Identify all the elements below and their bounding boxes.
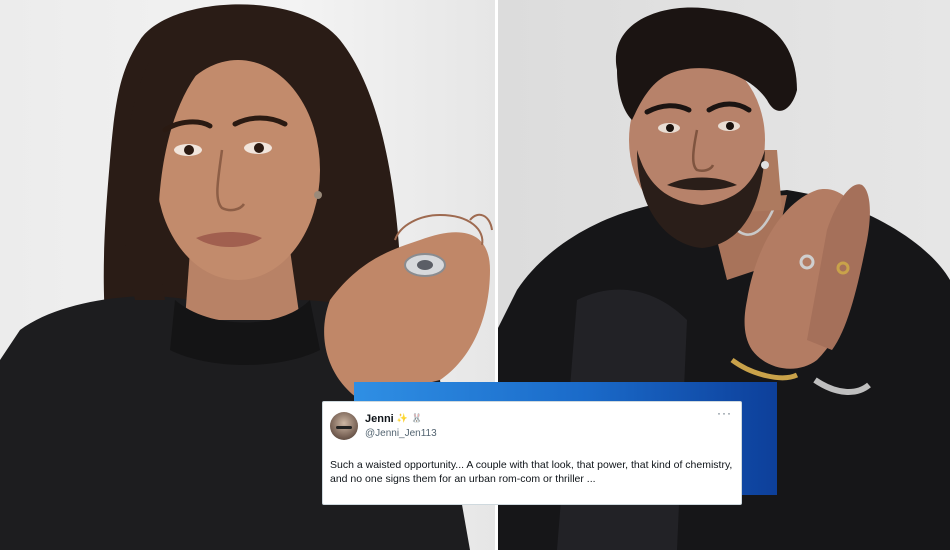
rabbit-emoji: 🐰 [410,413,423,424]
sparkles-emoji: ✨ [396,413,408,424]
tweet-author-row: Jenni ✨ 🐰 [365,413,422,425]
tweet-display-name[interactable]: Jenni [365,413,394,425]
tweet-card: Jenni ✨ 🐰 @Jenni_Jen113 ··· Such a waist… [322,401,742,505]
tweet-text: Such a waisted opportunity... A couple w… [330,459,733,485]
tweet-handle[interactable]: @Jenni_Jen113 [365,428,437,439]
more-options-icon[interactable]: ··· [717,406,732,420]
avatar[interactable] [330,412,358,440]
